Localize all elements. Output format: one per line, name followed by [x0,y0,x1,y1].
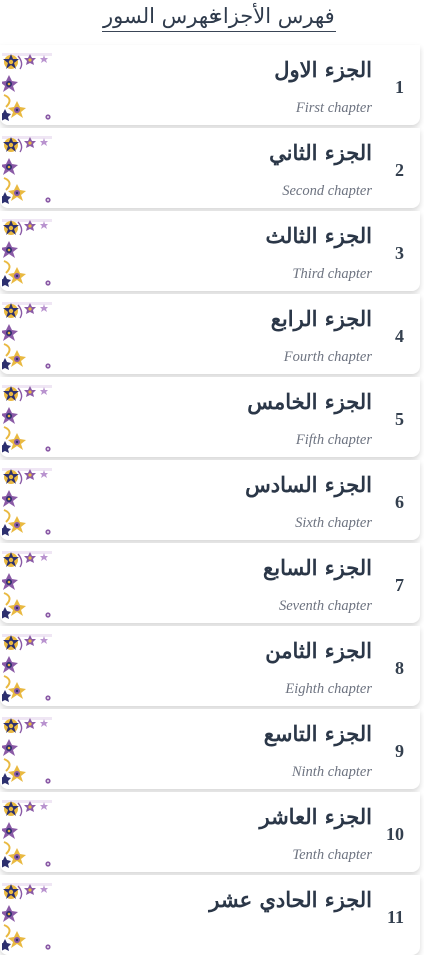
chapter-arabic-title: الجزء الثاني [269,140,372,165]
chapter-english-subtitle: Third chapter [292,266,372,282]
chapter-number: 5 [395,409,404,429]
chapter-arabic-title: الجزء الخامس [247,389,372,414]
tab-surah-index[interactable]: فهرس السور [102,2,220,32]
chapter-number: 7 [395,575,404,595]
chapter-number: 6 [395,492,404,512]
islamic-corner-ornament-icon [2,53,52,121]
chapter-number: 1 [395,77,404,97]
tab-juz-index[interactable]: فهرس الأجزاء [212,2,336,32]
chapter-row[interactable]: الجزء الرابع Fourth chapter 4 [0,294,420,374]
islamic-corner-ornament-icon [2,551,52,619]
islamic-corner-ornament-icon [2,883,52,951]
islamic-corner-ornament-icon [2,136,52,204]
chapter-english-subtitle: Second chapter [282,183,372,199]
chapter-row[interactable]: الجزء الحادي عشر 11 [0,875,420,955]
chapter-number: 8 [395,658,404,678]
islamic-corner-ornament-icon [2,302,52,370]
chapter-english-subtitle: Seventh chapter [278,598,372,614]
chapter-row[interactable]: الجزء الخامس Fifth chapter 5 [0,377,420,457]
chapter-number: 2 [395,160,404,180]
islamic-corner-ornament-icon [2,800,52,868]
chapter-number: 11 [386,907,404,927]
islamic-corner-ornament-icon [2,717,52,785]
islamic-corner-ornament-icon [2,385,52,453]
chapter-english-subtitle: Fifth chapter [295,432,372,448]
chapter-arabic-title: الجزء الرابع [270,306,372,331]
islamic-corner-ornament-icon [2,634,52,702]
chapter-english-subtitle: Sixth chapter [295,515,372,531]
chapter-row[interactable]: الجزء السادس Sixth chapter 6 [0,460,420,540]
islamic-corner-ornament-icon [2,219,52,287]
chapter-english-subtitle: Ninth chapter [291,764,372,780]
chapter-row[interactable]: الجزء العاشر Tenth chapter 10 [0,792,420,872]
chapter-arabic-title: الجزء التاسع [263,721,372,746]
chapter-arabic-title: الجزء الحادي عشر [209,887,372,912]
chapter-row[interactable]: الجزء الاول First chapter 1 [0,45,420,125]
chapter-english-subtitle: First chapter [295,100,372,116]
chapter-number: 4 [395,326,404,346]
chapter-english-subtitle: Tenth chapter [292,847,372,863]
chapter-arabic-title: الجزء الثامن [265,638,372,663]
chapter-arabic-title: الجزء السابع [263,555,372,580]
chapter-english-subtitle: Eighth chapter [285,681,372,697]
chapter-number: 3 [395,243,404,263]
chapter-number: 10 [386,824,404,844]
chapter-number: 9 [395,741,404,761]
index-tabs: فهرس الأجزاء فهرس السور [0,0,424,44]
chapter-row[interactable]: الجزء الثاني Second chapter 2 [0,128,420,208]
chapter-row[interactable]: الجزء الثالث Third chapter 3 [0,211,420,291]
chapter-english-subtitle: Fourth chapter [283,349,372,365]
chapter-row[interactable]: الجزء الثامن Eighth chapter 8 [0,626,420,706]
chapter-arabic-title: الجزء الاول [274,57,372,82]
chapter-row[interactable]: الجزء التاسع Ninth chapter 9 [0,709,420,789]
chapter-row[interactable]: الجزء السابع Seventh chapter 7 [0,543,420,623]
chapter-arabic-title: الجزء السادس [245,472,372,497]
chapter-arabic-title: الجزء العاشر [259,804,372,829]
chapter-arabic-title: الجزء الثالث [265,223,372,248]
islamic-corner-ornament-icon [2,468,52,536]
